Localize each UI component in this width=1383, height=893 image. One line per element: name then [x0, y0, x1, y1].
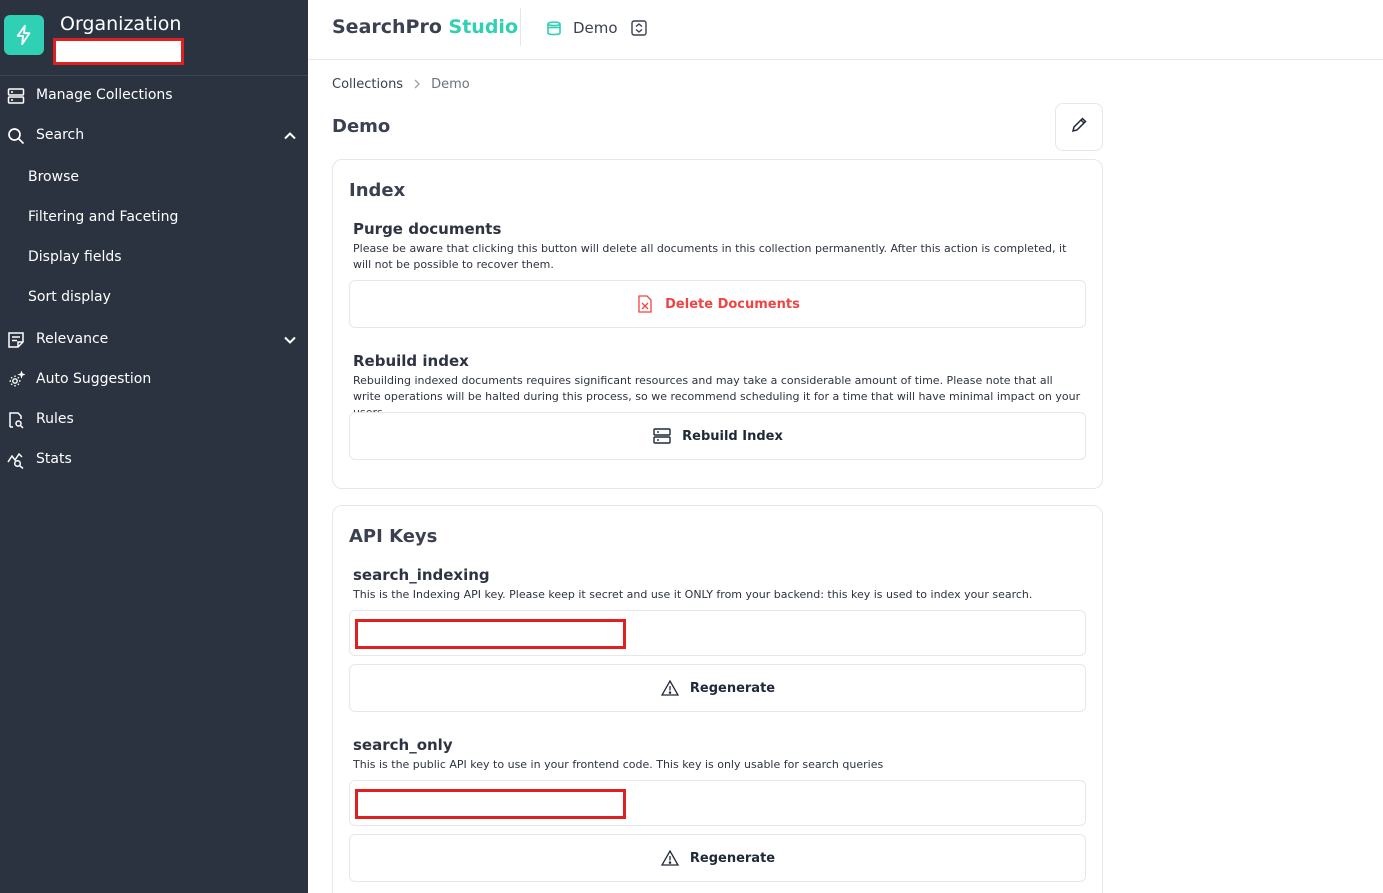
collection-name: Demo — [573, 19, 618, 37]
sidebar-item-label: Manage Collections — [36, 87, 173, 103]
chevron-right-icon — [413, 78, 421, 92]
sidebar-item-search[interactable]: Search — [0, 116, 308, 156]
search-only-key-field[interactable] — [349, 780, 1086, 826]
search-only-key-title: search_only — [353, 736, 453, 754]
delete-documents-label: Delete Documents — [665, 296, 800, 312]
sidebar-item-auto-suggestion[interactable]: Auto Suggestion — [0, 360, 308, 400]
regenerate-indexing-key-button[interactable]: Regenerate — [349, 664, 1086, 712]
sidebar-subitem-filtering-and-faceting[interactable]: Filtering and Faceting — [0, 198, 308, 238]
redacted-api-key — [355, 789, 626, 819]
search-indexing-key-title: search_indexing — [353, 566, 490, 584]
api-keys-card: API Keys search_indexing This is the Ind… — [332, 505, 1103, 893]
search-only-key-description: This is the public API key to use in you… — [353, 758, 884, 771]
sidebar-item-label: Rules — [36, 411, 74, 427]
delete-file-icon — [635, 294, 655, 314]
sidebar-item-stats[interactable]: Stats — [0, 440, 308, 480]
sidebar-subitem-display-fields[interactable]: Display fields — [0, 238, 308, 278]
org-title: Organization — [60, 13, 182, 35]
brand-logo[interactable]: SearchPro Studio — [332, 16, 518, 38]
sidebar-subitem-label: Display fields — [28, 249, 122, 265]
server-icon — [652, 426, 672, 446]
brand-main: SearchPro — [332, 16, 442, 38]
sidebar-subitem-label: Sort display — [28, 289, 111, 305]
rebuild-index-label: Rebuild Index — [682, 428, 783, 444]
rebuild-index-title: Rebuild index — [353, 352, 469, 370]
chevron-up-down-icon — [630, 19, 648, 37]
sidebar-subitem-browse[interactable]: Browse — [0, 158, 308, 198]
search-icon — [6, 126, 26, 146]
sidebar-subitem-label: Filtering and Faceting — [28, 209, 179, 225]
breadcrumb-current: Demo — [431, 77, 470, 92]
api-keys-card-title: API Keys — [349, 526, 438, 547]
regenerate-search-only-key-button[interactable]: Regenerate — [349, 834, 1086, 882]
auto-suggestion-icon — [6, 370, 26, 390]
breadcrumb-collections-link[interactable]: Collections — [332, 77, 403, 92]
redacted-org-name — [53, 38, 184, 65]
purge-documents-title: Purge documents — [353, 220, 502, 238]
warning-icon — [660, 678, 680, 698]
sidebar-item-relevance[interactable]: Relevance — [0, 320, 308, 360]
sidebar-subitem-sort-display[interactable]: Sort display — [0, 278, 308, 318]
sidebar: Organization Manage Collections Search B… — [0, 0, 308, 893]
index-card: Index Purge documents Please be aware th… — [332, 159, 1103, 489]
header-divider — [520, 8, 521, 46]
rebuild-index-button[interactable]: Rebuild Index — [349, 412, 1086, 460]
collection-switcher[interactable]: Demo — [544, 16, 648, 40]
regenerate-label: Regenerate — [689, 680, 776, 696]
sidebar-item-label: Search — [36, 127, 85, 143]
edit-collection-button[interactable] — [1055, 103, 1103, 151]
top-header: SearchPro Studio Demo — [308, 0, 1383, 60]
rules-icon — [6, 410, 26, 430]
relevance-icon — [6, 330, 26, 350]
search-indexing-key-field[interactable] — [349, 610, 1086, 656]
bolt-logo-icon — [4, 15, 44, 55]
stats-icon — [6, 450, 26, 470]
chevron-down-icon[interactable] — [280, 330, 300, 350]
warning-icon — [660, 848, 680, 868]
index-card-title: Index — [349, 180, 406, 201]
brand-accent: Studio — [448, 16, 518, 38]
chevron-up-icon[interactable] — [280, 126, 300, 146]
pencil-icon — [1070, 116, 1088, 138]
delete-documents-button[interactable]: Delete Documents — [349, 280, 1086, 328]
breadcrumb: Collections Demo — [332, 77, 470, 92]
server-icon — [6, 86, 26, 106]
sidebar-item-manage-collections[interactable]: Manage Collections — [0, 76, 308, 116]
regenerate-label: Regenerate — [689, 850, 776, 866]
redacted-api-key — [355, 619, 626, 649]
sidebar-item-label: Relevance — [36, 331, 109, 347]
sidebar-item-rules[interactable]: Rules — [0, 400, 308, 440]
database-icon — [544, 18, 564, 38]
page-title: Demo — [332, 116, 391, 137]
sidebar-subitem-label: Browse — [28, 169, 79, 185]
sidebar-item-label: Stats — [36, 451, 72, 467]
app-root: Organization Manage Collections Search B… — [0, 0, 1383, 893]
purge-documents-description: Please be aware that clicking this butto… — [353, 242, 1067, 271]
org-header[interactable]: Organization — [0, 0, 308, 76]
search-indexing-key-description: This is the Indexing API key. Please kee… — [353, 588, 1033, 601]
sidebar-item-label: Auto Suggestion — [36, 371, 152, 387]
